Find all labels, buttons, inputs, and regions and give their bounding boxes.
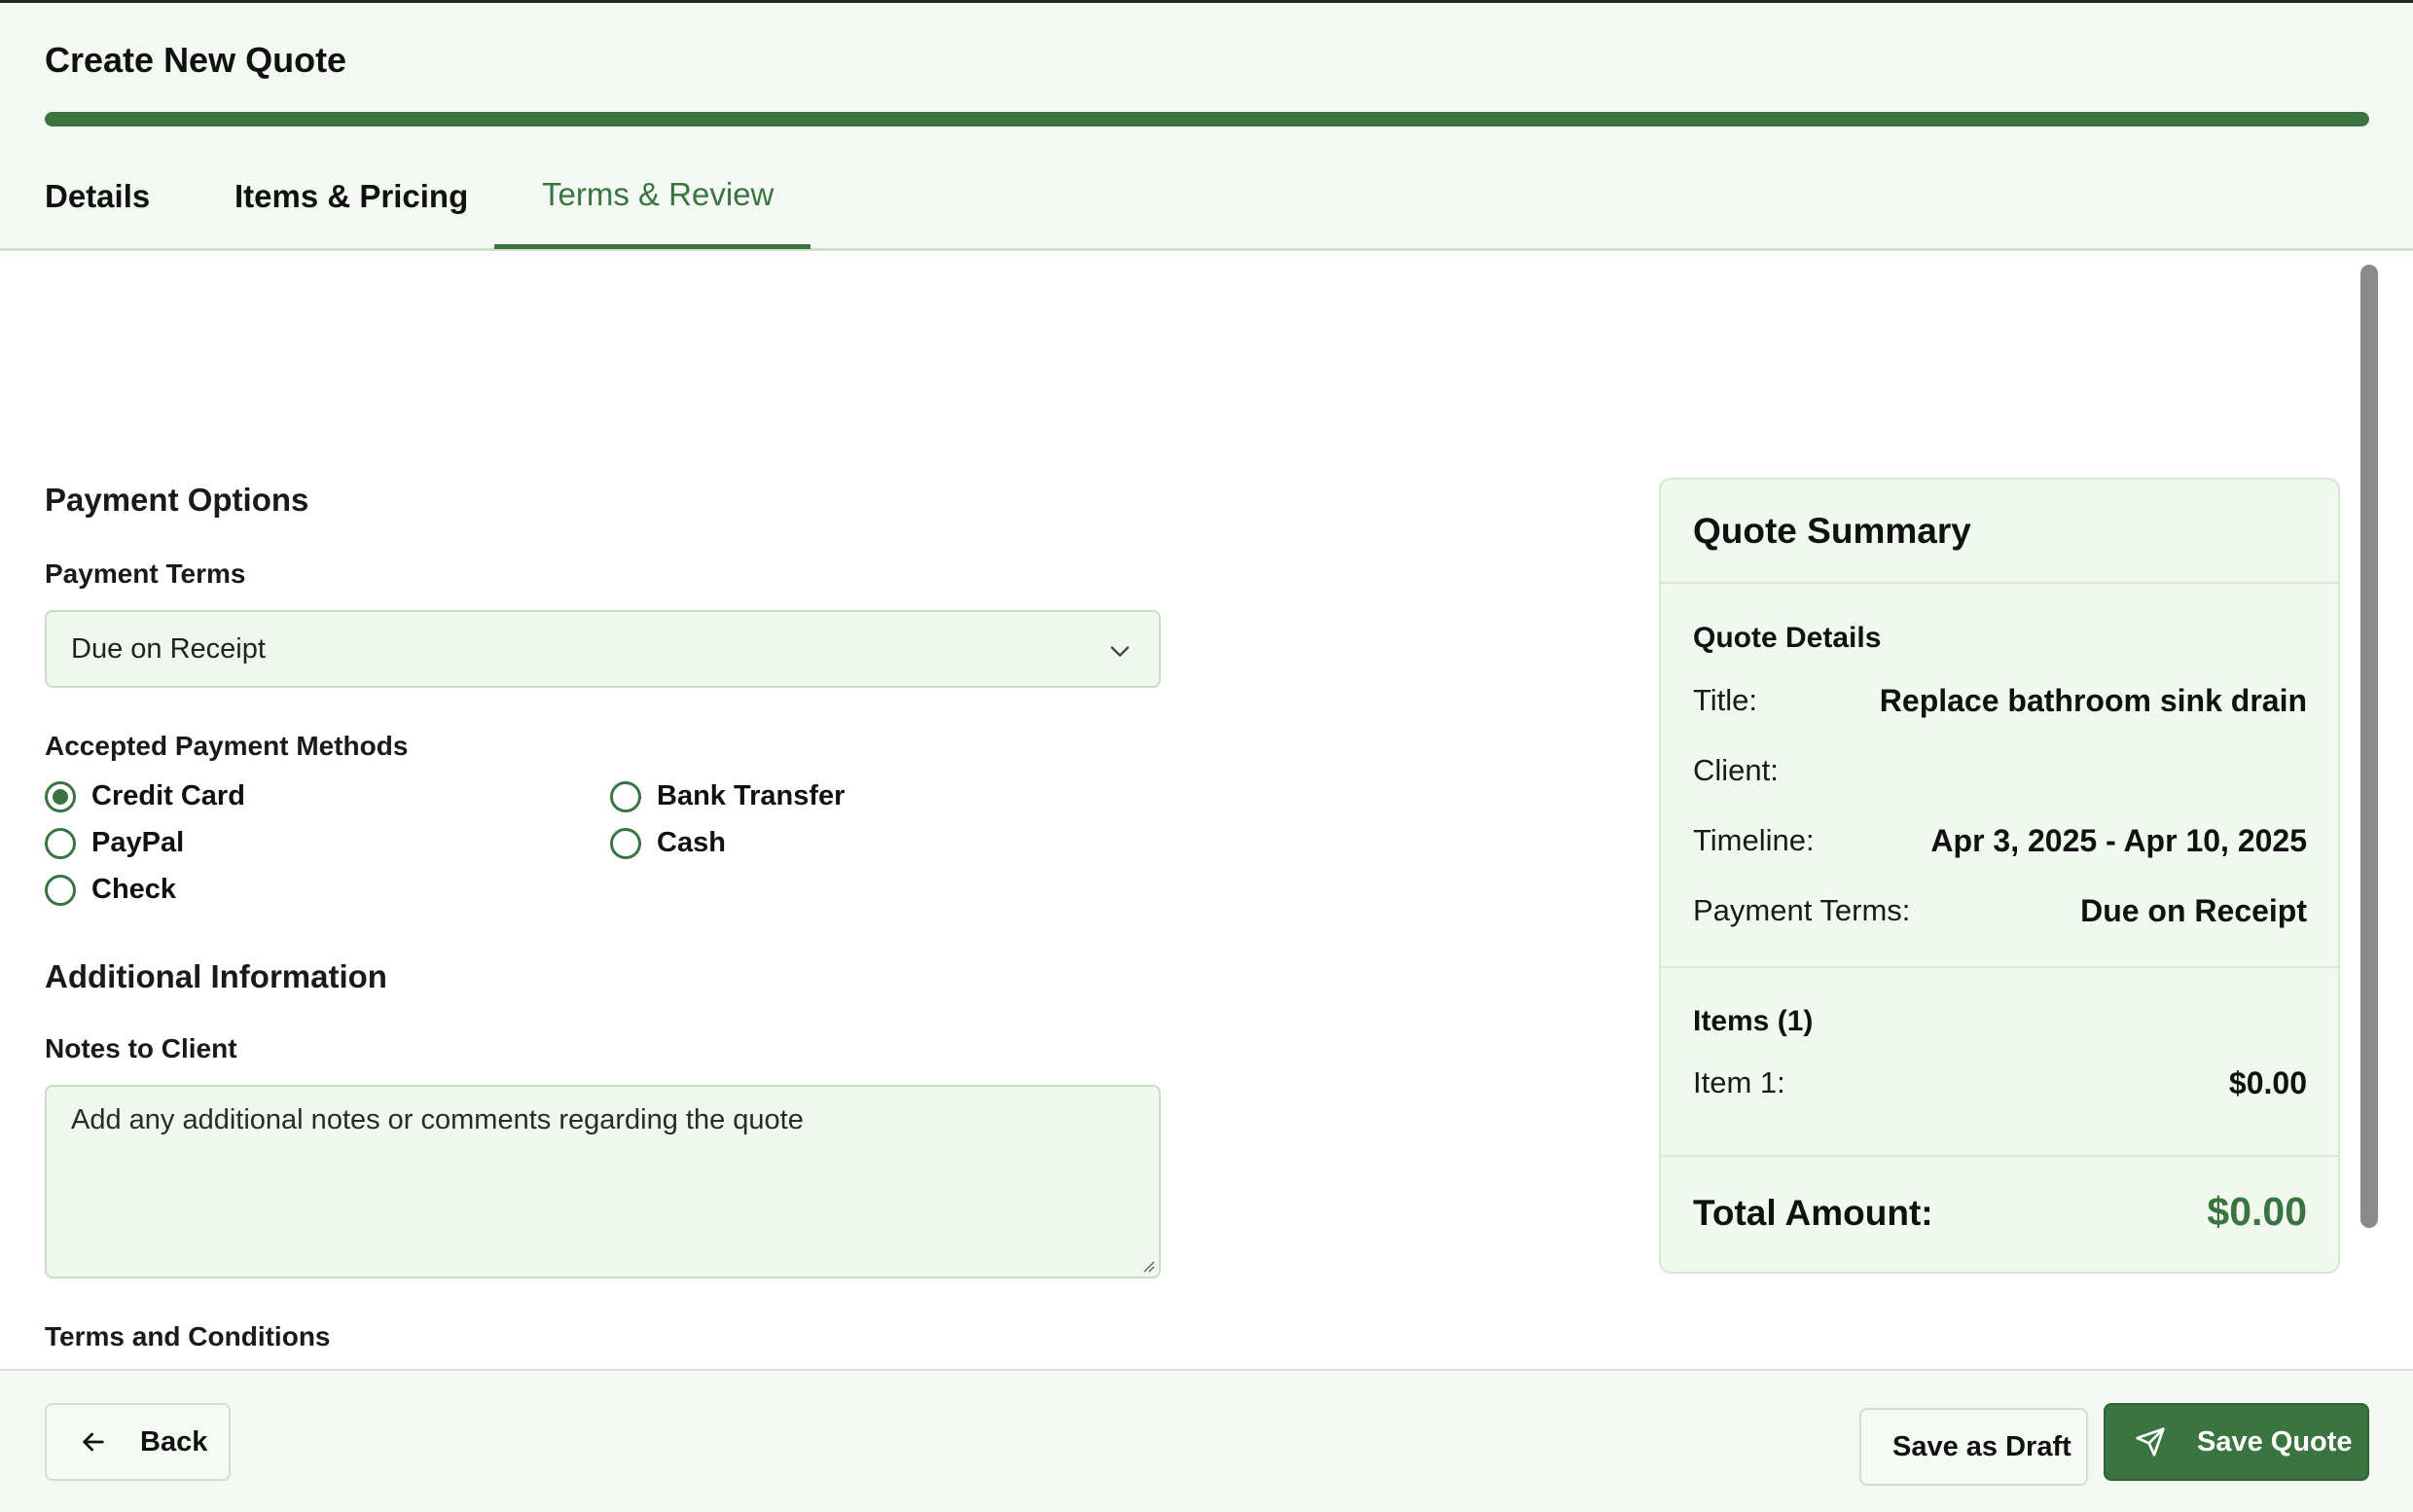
save-draft-label: Save as Draft <box>1892 1431 2071 1462</box>
footer-bar: Back Save as Draft Save Quote <box>0 1369 2413 1512</box>
save-quote-button[interactable]: Save Quote <box>2104 1403 2369 1481</box>
summary-label-client: Client: <box>1693 753 1779 787</box>
tab-items-pricing[interactable]: Items & Pricing <box>234 178 468 215</box>
page-header: Create New Quote Details Items & Pricing… <box>0 3 2413 251</box>
summary-label-payment-terms: Payment Terms: <box>1693 893 1911 927</box>
payment-terms-label: Payment Terms <box>45 558 246 589</box>
back-button-label: Back <box>140 1426 208 1458</box>
radio-label: Credit Card <box>91 780 245 811</box>
summary-value-title: Replace bathroom sink drain <box>1879 683 2307 718</box>
total-amount-value: $0.00 <box>2207 1189 2307 1234</box>
summary-title: Quote Summary <box>1693 511 1971 551</box>
radio-button[interactable] <box>45 828 76 859</box>
scrollbar[interactable] <box>2360 265 2378 1228</box>
quote-details-heading: Quote Details <box>1693 622 1882 654</box>
summary-value-payment-terms: Due on Receipt <box>2080 893 2307 928</box>
radio-button[interactable] <box>610 781 641 812</box>
total-amount-label: Total Amount: <box>1693 1193 1933 1233</box>
radio-label: Cash <box>657 827 726 858</box>
radio-button[interactable] <box>610 828 641 859</box>
tab-details[interactable]: Details <box>45 178 150 215</box>
summary-value-timeline: Apr 3, 2025 - Apr 10, 2025 <box>1930 823 2307 858</box>
radio-label: Check <box>91 874 177 905</box>
notes-placeholder: Add any additional notes or comments reg… <box>71 1104 804 1135</box>
notes-label: Notes to Client <box>45 1033 237 1063</box>
tab-terms-review[interactable]: Terms & Review <box>542 176 774 213</box>
resize-handle-icon[interactable] <box>1139 1257 1155 1273</box>
divider <box>1661 1155 2338 1157</box>
radio-label: Bank Transfer <box>657 780 846 811</box>
payment-terms-select[interactable]: Due on Receipt <box>45 610 1161 688</box>
radio-button[interactable] <box>45 875 76 906</box>
back-button[interactable]: Back <box>45 1403 231 1481</box>
save-quote-label: Save Quote <box>2197 1426 2353 1458</box>
summary-item-value: $0.00 <box>2228 1065 2307 1100</box>
notes-textarea[interactable]: Add any additional notes or comments reg… <box>45 1085 1161 1278</box>
divider <box>1661 582 2338 584</box>
progress-fill <box>45 112 2369 126</box>
additional-info-heading: Additional Information <box>45 958 387 994</box>
payment-methods-label: Accepted Payment Methods <box>45 731 409 761</box>
send-icon <box>2136 1427 2165 1457</box>
progress-bar <box>45 112 2369 126</box>
payment-terms-value: Due on Receipt <box>71 633 266 665</box>
quote-summary-card: Quote Summary Quote Details Title: Repla… <box>1659 478 2340 1274</box>
arrow-left-icon <box>83 1432 104 1452</box>
terms-conditions-label: Terms and Conditions <box>45 1321 331 1351</box>
payment-options-heading: Payment Options <box>45 482 309 518</box>
summary-item-label: Item 1: <box>1693 1065 1785 1099</box>
active-tab-indicator <box>494 244 810 249</box>
save-draft-button[interactable]: Save as Draft <box>1859 1408 2088 1486</box>
summary-label-timeline: Timeline: <box>1693 823 1815 857</box>
divider <box>1661 966 2338 968</box>
radio-button[interactable] <box>45 781 76 812</box>
radio-label: PayPal <box>91 827 185 858</box>
items-heading: Items (1) <box>1693 1005 1814 1037</box>
summary-label-title: Title: <box>1693 683 1758 717</box>
chevron-down-icon <box>1110 646 1130 657</box>
page-title: Create New Quote <box>45 40 347 80</box>
